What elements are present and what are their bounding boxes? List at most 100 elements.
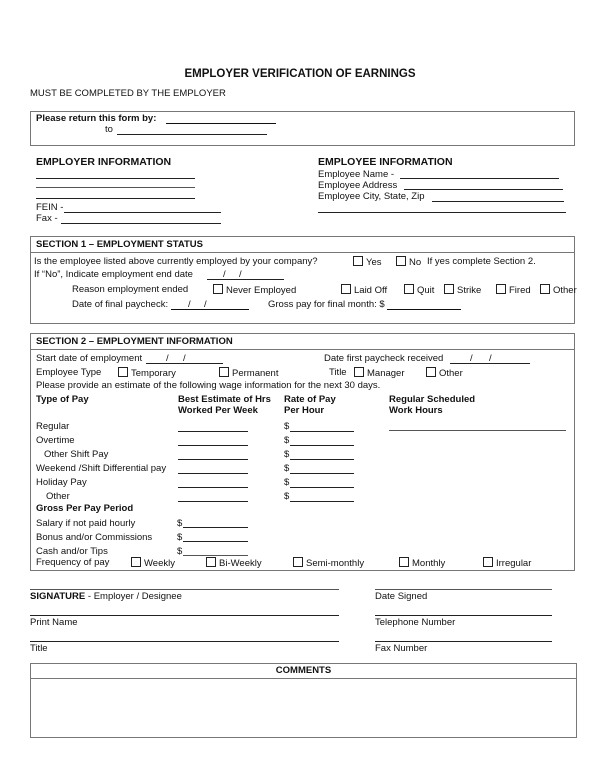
return-to-line (117, 134, 267, 135)
checkbox[interactable] (404, 284, 414, 294)
checkbox[interactable] (213, 284, 223, 294)
checkbox[interactable] (444, 284, 454, 294)
title-other[interactable]: Other (426, 367, 463, 379)
pay-row-label: Weekend /Shift Differential pay (36, 463, 167, 474)
salary-field[interactable] (183, 527, 248, 528)
section2-heading: SECTION 2 – EMPLOYMENT INFORMATION (36, 336, 233, 347)
signature-line[interactable] (30, 589, 339, 590)
checkbox[interactable] (354, 367, 364, 377)
employer-info-heading: EMPLOYER INFORMATION (36, 156, 172, 168)
date-slash: / (489, 353, 492, 364)
date-signed-line[interactable] (375, 589, 552, 590)
employee-info-heading: EMPLOYEE INFORMATION (318, 156, 453, 168)
checkbox[interactable] (219, 367, 229, 377)
rate-field[interactable] (290, 473, 354, 474)
employee-extra-line[interactable] (318, 212, 566, 213)
checkbox[interactable] (341, 284, 351, 294)
reason-label-text: Fired (509, 285, 531, 296)
rate-field[interactable] (290, 431, 354, 432)
reason-quit[interactable]: Quit (404, 284, 434, 296)
print-name-line[interactable] (30, 615, 339, 616)
reason-laid-off[interactable]: Laid Off (341, 284, 387, 296)
telephone-line[interactable] (375, 615, 552, 616)
section1-header-bar: SECTION 1 – EMPLOYMENT STATUS (31, 237, 574, 253)
employee-name-field[interactable] (400, 178, 559, 179)
final-paycheck-field[interactable] (171, 309, 249, 310)
date-slash: / (239, 269, 242, 280)
section1-heading: SECTION 1 – EMPLOYMENT STATUS (36, 239, 203, 250)
reason-strike[interactable]: Strike (444, 284, 481, 296)
checkbox[interactable] (540, 284, 550, 294)
option-label: Other (439, 368, 463, 379)
reason-fired[interactable]: Fired (496, 284, 531, 296)
frequency-irregular[interactable]: Irregular (483, 557, 531, 569)
reason-label: Reason employment ended (72, 284, 189, 295)
employer-line-1[interactable] (36, 178, 195, 179)
rate-field[interactable] (290, 487, 354, 488)
title-manager[interactable]: Manager (354, 367, 405, 379)
title-label-sig: Title (30, 643, 48, 654)
dollar-sign: $ (177, 518, 183, 529)
frequency-monthly[interactable]: Monthly (399, 557, 445, 569)
option-label: Bi-Weekly (219, 558, 262, 569)
frequency-semi-monthly[interactable]: Semi-monthly (293, 557, 364, 569)
tips-field[interactable] (183, 555, 248, 556)
yes-note: If yes complete Section 2. (427, 256, 536, 267)
employee-address-field[interactable] (404, 189, 563, 190)
employee-address-label: Employee Address (318, 180, 398, 191)
rate-field[interactable] (290, 459, 354, 460)
employer-line-3[interactable] (36, 198, 195, 199)
fein-field[interactable] (64, 212, 221, 213)
frequency-weekly[interactable]: Weekly (131, 557, 175, 569)
checkbox[interactable] (293, 557, 303, 567)
employee-type-label: Employee Type (36, 367, 102, 378)
reason-never-employed[interactable]: Never Employed (213, 284, 296, 296)
reason-other[interactable]: Other (540, 284, 577, 296)
bonus-field[interactable] (183, 541, 248, 542)
title-label: Title (329, 367, 347, 378)
hours-field[interactable] (178, 473, 248, 474)
frequency-bi-weekly[interactable]: Bi-Weekly (206, 557, 262, 569)
comments-textarea[interactable] (33, 681, 575, 737)
rate-field[interactable] (290, 445, 354, 446)
title-line[interactable] (30, 641, 339, 642)
date-slash: / (223, 269, 226, 280)
reason-label-text: Other (553, 285, 577, 296)
scheduled-hours-field[interactable] (389, 430, 566, 431)
fax-field[interactable] (61, 223, 221, 224)
hours-field[interactable] (178, 445, 248, 446)
hours-field[interactable] (178, 487, 248, 488)
employee-type-permanent[interactable]: Permanent (219, 367, 278, 379)
checkbox[interactable] (206, 557, 216, 567)
employee-type-temporary[interactable]: Temporary (118, 367, 176, 379)
option-label: Semi-monthly (306, 558, 365, 569)
fein-label: FEIN - (36, 202, 64, 213)
gross-row-label: Salary if not paid hourly (36, 518, 136, 529)
checkbox[interactable] (426, 367, 436, 377)
checkbox[interactable] (131, 557, 141, 567)
checkbox[interactable] (399, 557, 409, 567)
dollar-sign: $ (177, 546, 183, 557)
hours-field[interactable] (178, 459, 248, 460)
end-date-field[interactable] (207, 279, 284, 280)
yes-checkbox[interactable] (353, 256, 363, 266)
hours-field[interactable] (178, 431, 248, 432)
return-to-label: to (105, 124, 113, 135)
employee-city-field[interactable] (432, 201, 564, 202)
section1-box: SECTION 1 – EMPLOYMENT STATUS Is the emp… (30, 236, 577, 324)
gross-final-field[interactable] (387, 309, 461, 310)
section2-header-bar: SECTION 2 – EMPLOYMENT INFORMATION (31, 334, 574, 350)
yes-option[interactable]: Yes (353, 256, 382, 268)
employer-line-2[interactable] (36, 187, 195, 188)
checkbox[interactable] (483, 557, 493, 567)
fax-number-line[interactable] (375, 641, 552, 642)
first-paycheck-label: Date first paycheck received (324, 353, 444, 364)
no-checkbox[interactable] (396, 256, 406, 266)
no-option[interactable]: No (396, 256, 421, 268)
checkbox[interactable] (496, 284, 506, 294)
hours-field[interactable] (178, 501, 248, 502)
pay-row-label: Overtime (36, 435, 75, 446)
checkbox[interactable] (118, 367, 128, 377)
rate-field[interactable] (290, 501, 354, 502)
option-label: Monthly (412, 558, 446, 569)
